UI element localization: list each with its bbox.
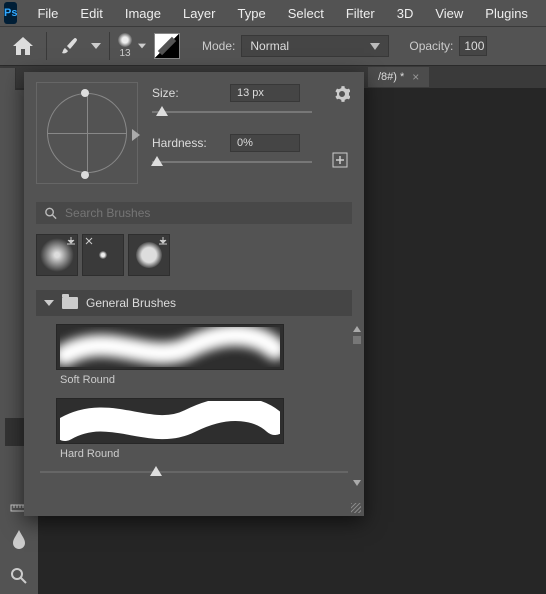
tool-zoom[interactable] [5, 562, 33, 590]
preview-zoom-slider[interactable] [36, 466, 352, 480]
opacity-input[interactable]: 100 [459, 36, 487, 56]
recent-brush[interactable] [128, 234, 170, 276]
home-button[interactable] [8, 32, 38, 60]
resize-handle[interactable] [351, 503, 361, 513]
menu-plugins[interactable]: Plugins [475, 2, 538, 25]
new-brush-icon[interactable] [332, 152, 348, 168]
brush-panel-icon [154, 33, 180, 59]
download-icon [159, 237, 167, 245]
scroll-down-icon[interactable] [353, 480, 361, 486]
search-icon [44, 206, 57, 220]
tool-preset-button[interactable] [55, 32, 85, 60]
chevron-down-icon [370, 43, 380, 51]
slider-thumb[interactable] [156, 106, 168, 116]
brush-angle-control[interactable] [36, 82, 138, 184]
search-input[interactable] [65, 206, 344, 220]
tool-blur[interactable] [5, 526, 33, 554]
angle-arrow-icon [132, 129, 140, 141]
chevron-down-icon[interactable] [138, 42, 146, 50]
brush-preset-panel: Size: 13 px Hardness: 0% G [24, 72, 364, 516]
folder-icon [62, 297, 78, 309]
size-slider[interactable] [152, 108, 312, 122]
slider-thumb[interactable] [150, 466, 162, 476]
chevron-down-icon [44, 300, 54, 306]
menu-image[interactable]: Image [115, 2, 171, 25]
mode-label: Mode: [202, 39, 235, 53]
brush-icon [61, 37, 79, 55]
brush-name: Hard Round [56, 448, 332, 458]
opacity-label: Opacity: [409, 39, 453, 53]
menu-filter[interactable]: Filter [336, 2, 385, 25]
size-input[interactable]: 13 px [230, 84, 300, 102]
brush-preset[interactable]: Soft Round [56, 324, 332, 386]
scrollbar[interactable] [352, 326, 362, 486]
menu-edit[interactable]: Edit [70, 2, 112, 25]
brush-stroke-preview [56, 398, 284, 444]
download-icon [85, 237, 93, 245]
brush-folder-header[interactable]: General Brushes [36, 290, 352, 316]
document-tab-label: /8#) * [378, 71, 404, 83]
menubar: Ps File Edit Image Layer Type Select Fil… [0, 0, 546, 26]
brush-stroke-preview [56, 324, 284, 370]
menu-3d[interactable]: 3D [387, 2, 424, 25]
hardness-label: Hardness: [152, 136, 222, 150]
app-logo[interactable]: Ps [4, 2, 17, 24]
brush-size-number: 13 [119, 48, 130, 59]
scroll-up-icon[interactable] [353, 326, 361, 332]
brush-preset-picker[interactable]: 13 [118, 33, 132, 59]
hard-round-icon [136, 242, 162, 268]
gear-icon[interactable] [334, 86, 350, 102]
angle-handle[interactable] [81, 89, 89, 97]
menu-type[interactable]: Type [228, 2, 276, 25]
recent-brush[interactable] [82, 234, 124, 276]
menu-select[interactable]: Select [278, 2, 334, 25]
menu-layer[interactable]: Layer [173, 2, 226, 25]
separator [46, 32, 47, 60]
menu-view[interactable]: View [425, 2, 473, 25]
recent-brush[interactable] [36, 234, 78, 276]
brush-preset[interactable]: Hard Round [56, 398, 332, 458]
brush-settings-button[interactable] [152, 32, 182, 60]
chevron-down-icon[interactable] [91, 41, 101, 51]
magnifier-icon [10, 567, 28, 585]
slider-thumb[interactable] [151, 156, 163, 166]
recent-brushes [36, 234, 352, 276]
blend-mode-value: Normal [250, 39, 289, 53]
menu-window[interactable]: Win [540, 2, 546, 25]
menu-file[interactable]: File [27, 2, 68, 25]
hardness-input[interactable]: 0% [230, 134, 300, 152]
hardness-slider[interactable] [152, 158, 312, 172]
options-bar: 13 Mode: Normal Opacity: 100 [0, 26, 546, 66]
close-icon[interactable]: × [412, 70, 419, 84]
brush-list: Soft Round Hard Round [36, 322, 352, 458]
search-brushes[interactable] [36, 202, 352, 224]
home-icon [13, 37, 33, 55]
scroll-thumb[interactable] [353, 336, 361, 344]
brush-name: Soft Round [56, 374, 332, 386]
angle-handle[interactable] [81, 171, 89, 179]
separator [109, 32, 110, 60]
brush-dot-icon [118, 33, 132, 47]
size-label: Size: [152, 86, 222, 100]
droplet-icon [11, 530, 27, 550]
small-brush-icon [99, 251, 107, 259]
blend-mode-select[interactable]: Normal [241, 35, 389, 57]
download-icon [67, 237, 75, 245]
folder-name: General Brushes [86, 296, 176, 310]
document-tab[interactable]: /8#) * × [368, 67, 429, 87]
